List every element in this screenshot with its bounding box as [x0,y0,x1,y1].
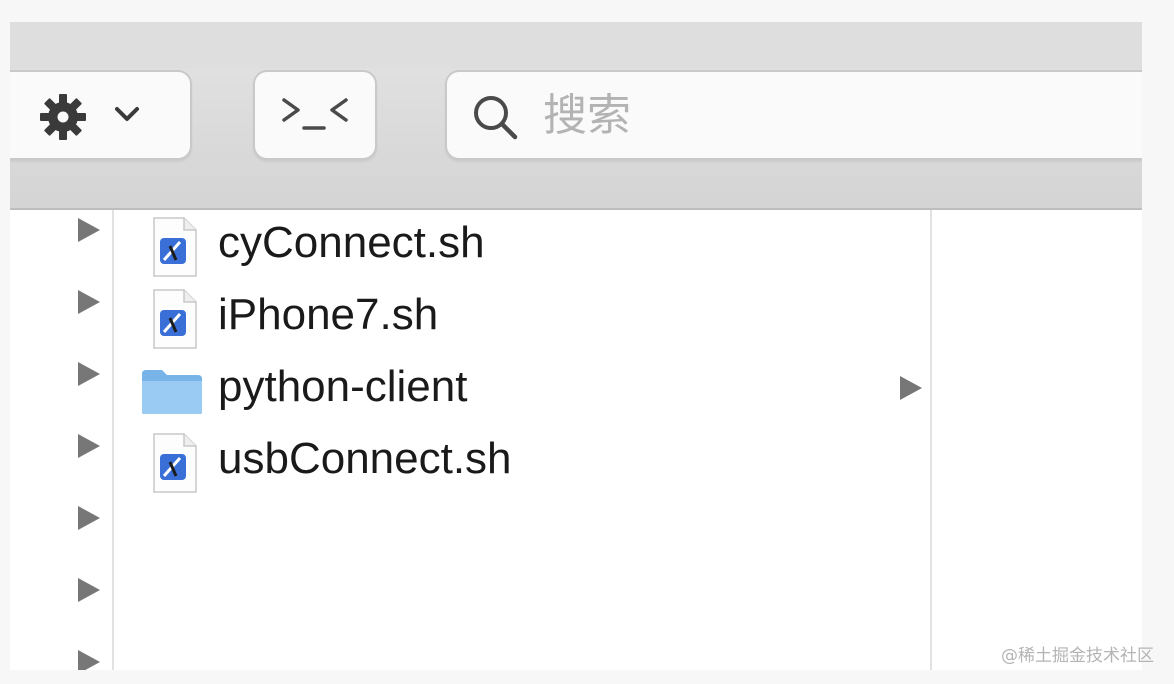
gear-icon [40,94,86,140]
parent-column [10,210,114,670]
folder-row-python-client[interactable]: python-client [114,356,930,428]
terminal-icon [282,98,348,130]
action-menu-button[interactable] [10,70,192,160]
file-row-usbconnect[interactable]: usbConnect.sh [114,428,930,500]
toolbar [10,22,1142,210]
search-icon [474,96,518,140]
open-terminal-button[interactable] [253,70,377,160]
watermark: @稀土掘金技术社区 [1001,646,1154,666]
file-row-iphone7[interactable]: iPhone7.sh [114,284,930,356]
search-input[interactable] [541,86,1142,144]
disclosure-triangle-icon[interactable] [78,434,100,458]
file-list-column: cyConnect.sh iPhone7.sh python-client us… [114,210,932,670]
file-name: usbConnect.sh [218,434,512,483]
disclosure-triangle-icon[interactable] [78,362,100,386]
file-name: iPhone7.sh [218,290,439,339]
disclosure-triangle-icon[interactable] [78,650,100,670]
folder-icon [142,370,202,414]
file-row-cyconnect[interactable]: cyConnect.sh [114,212,930,284]
finder-window: cyConnect.sh iPhone7.sh python-client [10,22,1142,670]
preview-column [932,210,1142,670]
folder-expand-arrow-icon[interactable] [900,376,922,400]
shell-script-icon [153,433,197,493]
shell-script-icon [153,289,197,349]
file-name: cyConnect.sh [218,218,485,267]
disclosure-triangle-icon[interactable] [78,506,100,530]
title-bar [10,22,1142,68]
disclosure-triangle-icon[interactable] [78,290,100,314]
shell-script-icon [153,217,197,277]
folder-name: python-client [218,362,468,411]
search-field[interactable] [445,70,1142,160]
disclosure-triangle-icon[interactable] [78,578,100,602]
disclosure-triangle-icon[interactable] [78,218,100,242]
chevron-down-icon [115,107,139,121]
